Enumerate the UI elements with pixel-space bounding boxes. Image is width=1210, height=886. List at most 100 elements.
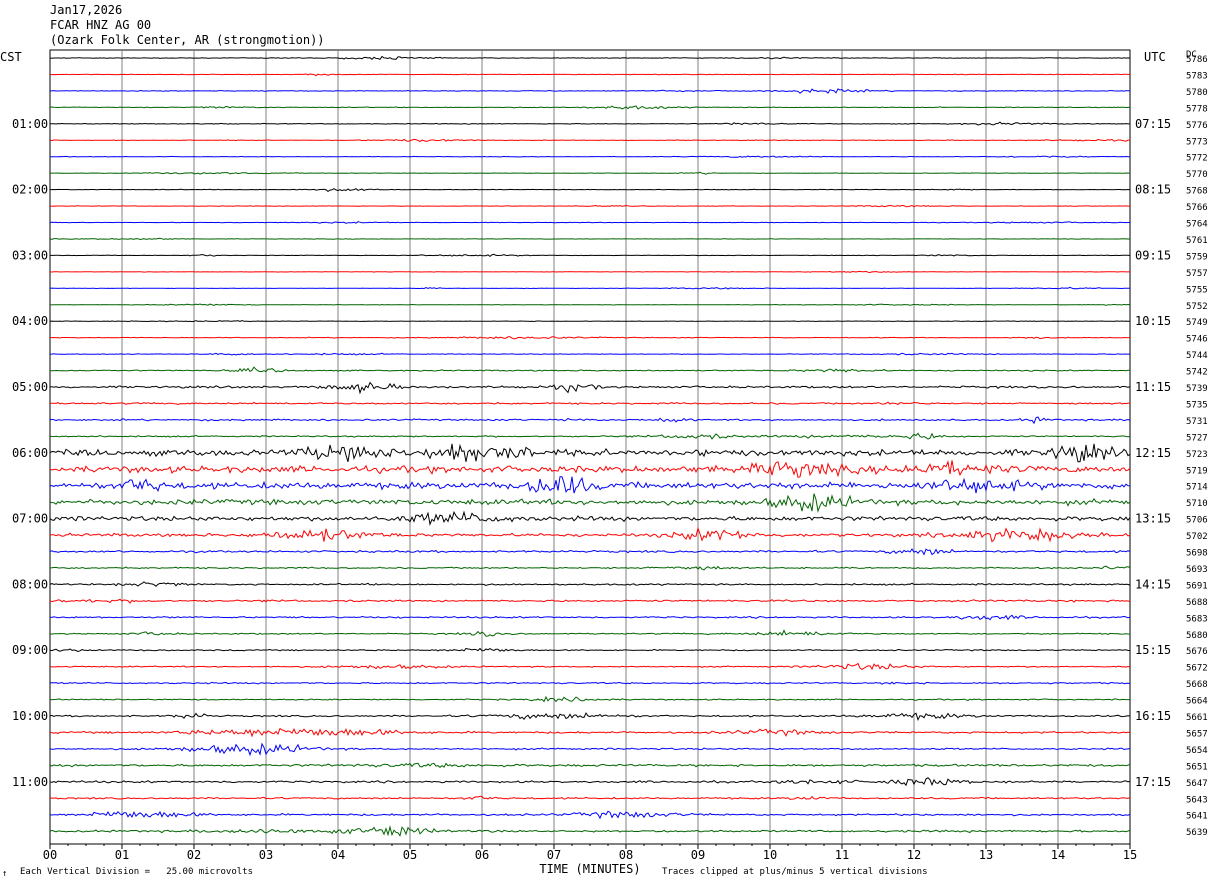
dc-value: 5693 <box>1186 565 1208 575</box>
left-time-label: 09:00 <box>12 643 48 657</box>
x-tick-label: 14 <box>1051 848 1065 862</box>
seismic-trace <box>49 681 1131 685</box>
seismic-trace <box>49 416 1131 425</box>
seismic-trace <box>49 443 1131 463</box>
dc-value: 5706 <box>1186 516 1208 526</box>
left-time-label: 05:00 <box>12 380 48 394</box>
left-time-label: 03:00 <box>12 248 48 262</box>
dc-value: 5727 <box>1186 433 1208 443</box>
dc-value: 5783 <box>1186 71 1208 81</box>
seismic-trace <box>49 777 1131 787</box>
seismic-trace <box>50 352 1131 356</box>
seismic-trace <box>50 336 1130 340</box>
dc-value: 5759 <box>1186 252 1208 262</box>
seismic-trace <box>49 319 1131 323</box>
dc-value: 5766 <box>1186 203 1208 213</box>
seismic-trace <box>50 155 1131 158</box>
dc-value: 5710 <box>1186 499 1208 509</box>
left-time-label: 04:00 <box>12 314 48 328</box>
seismic-trace <box>49 138 1130 143</box>
x-tick-label: 09 <box>691 848 705 862</box>
seismic-trace <box>49 581 1131 587</box>
left-time-label: 06:00 <box>12 446 48 460</box>
scale-note: Each Vertical Division = 25.00 microvolt… <box>20 867 253 877</box>
dc-value: 5651 <box>1186 762 1208 772</box>
dc-value: 5672 <box>1186 664 1208 674</box>
dc-value: 5746 <box>1186 335 1208 345</box>
seismic-trace <box>49 270 1131 274</box>
right-time-label: 10:15 <box>1135 314 1171 328</box>
dc-value: 5770 <box>1186 170 1208 180</box>
right-time-label: 13:15 <box>1135 512 1171 526</box>
seismic-trace <box>50 121 1130 126</box>
x-tick-label: 01 <box>115 848 129 862</box>
dc-value: 5723 <box>1186 450 1208 460</box>
dc-value: 5691 <box>1186 581 1208 591</box>
seismic-trace <box>49 366 1131 373</box>
seismic-trace <box>49 565 1131 571</box>
seismic-trace <box>49 105 1131 110</box>
seismic-trace <box>49 762 1131 768</box>
dc-value: 5719 <box>1186 466 1208 476</box>
right-time-label: 11:15 <box>1135 380 1171 394</box>
x-tick-label: 11 <box>835 848 849 862</box>
x-tick-label: 06 <box>475 848 489 862</box>
dc-value: 5702 <box>1186 532 1208 542</box>
seismic-trace <box>49 55 1131 61</box>
dc-value: 5657 <box>1186 729 1208 739</box>
dc-value: 5768 <box>1186 187 1208 197</box>
dc-value: 5641 <box>1186 812 1208 822</box>
x-tick-label: 13 <box>979 848 993 862</box>
dc-value: 5757 <box>1186 269 1208 279</box>
footer-mark: ↑ <box>2 869 8 879</box>
dc-value: 5780 <box>1186 88 1208 98</box>
clip-note: Traces clipped at plus/minus 5 vertical … <box>662 867 928 877</box>
dc-value: 5683 <box>1186 614 1208 624</box>
dc-value: 5698 <box>1186 549 1208 559</box>
seismic-trace <box>50 253 1131 258</box>
seismic-trace <box>50 188 1131 193</box>
seismic-trace <box>49 598 1131 604</box>
dc-value: 5668 <box>1186 680 1208 690</box>
x-tick-label: 10 <box>763 848 777 862</box>
left-time-label: 02:00 <box>12 183 48 197</box>
dc-value: 5773 <box>1186 137 1208 147</box>
seismic-trace <box>49 432 1131 440</box>
dc-value: 5688 <box>1186 598 1208 608</box>
right-time-label: 07:15 <box>1135 117 1171 131</box>
seismic-trace <box>49 810 1131 820</box>
seismic-trace <box>49 303 1131 306</box>
dc-value: 5778 <box>1186 104 1208 114</box>
seismic-trace <box>49 381 1131 395</box>
dc-value: 5755 <box>1186 285 1208 295</box>
seismic-trace <box>49 695 1131 703</box>
seismic-trace <box>49 629 1131 637</box>
seismic-trace <box>49 237 1131 241</box>
dc-value: 5676 <box>1186 647 1208 657</box>
left-time-label: 01:00 <box>12 117 48 131</box>
seismic-trace <box>49 286 1130 290</box>
left-time-label: 11:00 <box>12 775 48 789</box>
x-tick-label: 02 <box>187 848 201 862</box>
seismic-trace <box>49 647 1130 653</box>
dc-value: 5752 <box>1186 302 1208 312</box>
x-tick-label: 07 <box>547 848 561 862</box>
dc-value: 5739 <box>1186 384 1208 394</box>
right-time-label: 14:15 <box>1135 577 1171 591</box>
dc-value: 5714 <box>1186 483 1208 493</box>
seismic-trace <box>50 171 1130 175</box>
x-axis-label: TIME (MINUTES) <box>539 862 640 876</box>
x-tick-label: 08 <box>619 848 633 862</box>
seismic-trace <box>49 204 1130 208</box>
dc-value: 5639 <box>1186 828 1208 838</box>
helicorder-plot: 00 01 02 03 04 05 06 07 08 09 10 11 12 13 14 15 TIME (MI… <box>12 49 1208 876</box>
right-time-label: 15:15 <box>1135 643 1171 657</box>
x-tick-label: 05 <box>403 848 417 862</box>
seismic-trace <box>49 712 1131 722</box>
x-tick-label: 04 <box>331 848 345 862</box>
seismic-trace <box>49 221 1130 224</box>
right-time-label: 16:15 <box>1135 709 1171 723</box>
left-time-label: 08:00 <box>12 577 48 591</box>
dc-value: 5772 <box>1186 154 1208 164</box>
left-time-label: 10:00 <box>12 709 48 723</box>
